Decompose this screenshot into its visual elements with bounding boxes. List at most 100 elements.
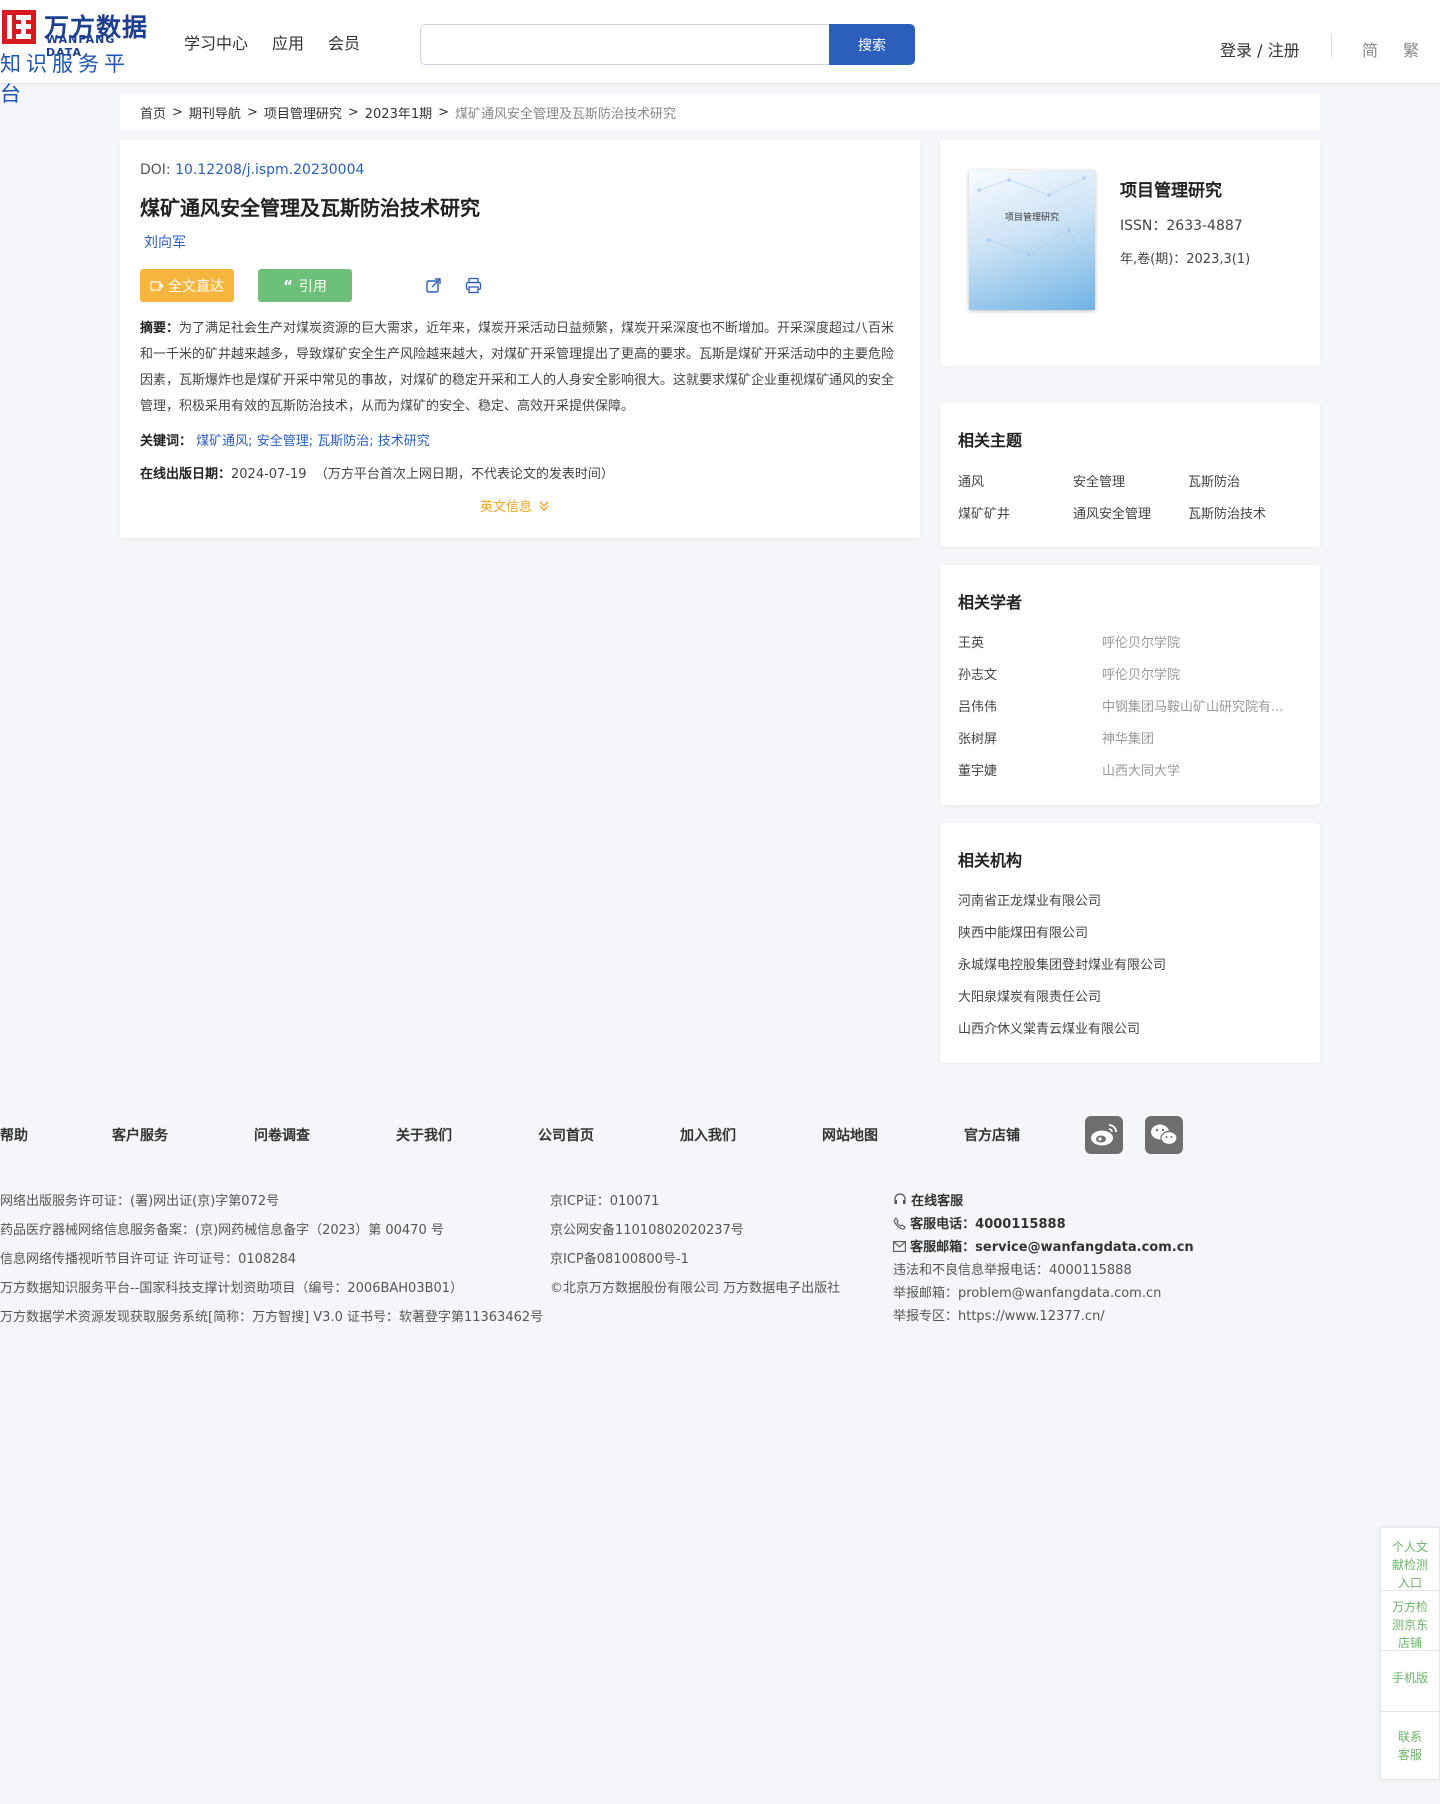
float-jd-store[interactable]: 万方检测京东店铺 xyxy=(1381,1598,1439,1652)
print-icon[interactable] xyxy=(465,277,482,294)
top-header: 万方数据 WANFANG DATA 知识服务平台 学习中心 应用 会员 搜索 登… xyxy=(0,0,1440,106)
footer-link-company-home[interactable]: 公司首页 xyxy=(538,1125,594,1145)
phone-value: 4000115888 xyxy=(975,1217,1066,1232)
keyword-link[interactable]: 安全管理; xyxy=(257,434,313,449)
scholar-org[interactable]: 山西大同大学 xyxy=(1102,760,1302,779)
wanfang-logo[interactable]: 万方数据 WANFANG DATA 知识服务平台 xyxy=(0,8,152,106)
login-register-link[interactable]: 登录 / 注册 xyxy=(1220,37,1300,61)
footer-link-about[interactable]: 关于我们 xyxy=(396,1125,452,1145)
footer-icp-1[interactable]: 京ICP证：010071 xyxy=(550,1190,659,1209)
footer-link-join-us[interactable]: 加入我们 xyxy=(680,1125,736,1145)
report-phone: 违法和不良信息举报电话：4000115888 xyxy=(893,1263,1132,1278)
breadcrumb-journal[interactable]: 项目管理研究 xyxy=(264,103,342,122)
keyword-link[interactable]: 煤矿通风; xyxy=(196,434,252,449)
breadcrumb-home[interactable]: 首页 xyxy=(140,103,166,122)
float-plagiarism-check[interactable]: 个人文献检测入口 xyxy=(1381,1538,1439,1592)
report-zone[interactable]: 举报专区：https://www.12377.cn/ xyxy=(893,1305,1105,1324)
footer-link-official-store[interactable]: 官方店铺 xyxy=(964,1125,1020,1145)
footer-icp-2[interactable]: 京公网安备11010802020237号 xyxy=(550,1219,744,1238)
breadcrumb-current: 煤矿通风安全管理及瓦斯防治技术研究 xyxy=(455,106,677,122)
institution-link[interactable]: 山西介休义棠青云煤业有限公司 xyxy=(958,1018,1140,1037)
main-nav: 学习中心 应用 会员 xyxy=(184,30,360,54)
topic-link[interactable]: 煤矿矿井 xyxy=(958,503,1010,522)
topic-link[interactable]: 通风 xyxy=(958,471,984,490)
author-link[interactable]: 刘向军 xyxy=(144,232,186,252)
footer-copyright: ©北京万方数据股份有限公司 万方数据电子出版社 xyxy=(550,1281,841,1296)
customer-phone: 客服电话：4000115888 xyxy=(893,1213,1066,1232)
search-input[interactable] xyxy=(420,24,830,65)
footer-icp-3[interactable]: 京ICP备08100800号-1 xyxy=(550,1248,689,1267)
footer-link-sitemap[interactable]: 网站地图 xyxy=(822,1125,878,1145)
related-topics-card: 相关主题 通风 安全管理 瓦斯防治 煤矿矿井 通风安全管理 瓦斯防治技术 xyxy=(940,403,1320,547)
share-icon[interactable] xyxy=(425,277,442,294)
scholar-org[interactable]: 呼伦贝尔学院 xyxy=(1102,632,1302,651)
scholar-org[interactable]: 呼伦贝尔学院 xyxy=(1102,664,1302,683)
phone-label: 客服电话： xyxy=(910,1217,976,1232)
english-info-toggle[interactable]: 英文信息 xyxy=(480,496,550,515)
scholar-name[interactable]: 吕伟伟 xyxy=(958,696,997,715)
institution-link[interactable]: 永城煤电控股集团登封煤业有限公司 xyxy=(958,954,1166,973)
scholar-name[interactable]: 孙志文 xyxy=(958,664,997,683)
cover-pattern xyxy=(977,176,1091,267)
footer-license-1: 网络出版服务许可证：(署)网出证(京)字第072号 xyxy=(0,1194,280,1209)
floating-sidebar: 个人文献检测入口 万方检测京东店铺 手机版 联系客服 xyxy=(1380,1527,1440,1780)
breadcrumb-issue[interactable]: 2023年1期 xyxy=(365,103,432,122)
footer-link-customer-service[interactable]: 客户服务 xyxy=(112,1125,168,1145)
journal-card: 项目管理研究 项目管理研究 ISSN：2633-4887 年,卷(期)：2023… xyxy=(940,140,1320,366)
nav-item-membership[interactable]: 会员 xyxy=(328,30,360,54)
wechat-icon[interactable] xyxy=(1145,1116,1183,1154)
email-label: 客服邮箱： xyxy=(910,1240,976,1255)
fulltext-icon xyxy=(150,280,164,291)
nav-item-learning-center[interactable]: 学习中心 xyxy=(184,30,248,54)
abstract-text: 为了满足社会生产对煤炭资源的巨大需求，近年来，煤炭开采活动日益频繁，煤炭开采深度… xyxy=(140,321,895,414)
fulltext-button[interactable]: 全文直达 xyxy=(140,269,234,302)
weibo-icon[interactable] xyxy=(1085,1116,1123,1154)
cover-title: 项目管理研究 xyxy=(1004,213,1059,223)
report-email[interactable]: 举报邮箱：problem@wanfangdata.com.cn xyxy=(893,1282,1161,1301)
doi-link[interactable]: 10.12208/j.ispm.20230004 xyxy=(175,162,364,178)
footer-license-5: 万方数据学术资源发现获取服务系统[简称：万方智搜] V3.0 证书号：软著登字第… xyxy=(0,1310,544,1325)
institution-link[interactable]: 大阳泉煤炭有限责任公司 xyxy=(958,986,1101,1005)
breadcrumb-journal-nav[interactable]: 期刊导航 xyxy=(189,103,241,122)
online-service-label: 在线客服 xyxy=(911,1194,964,1209)
search-button[interactable]: 搜索 xyxy=(829,24,915,65)
doi-label: DOI: xyxy=(140,162,176,178)
journal-cover-image[interactable]: 项目管理研究 xyxy=(969,170,1095,310)
institution-link[interactable]: 陕西中能煤田有限公司 xyxy=(958,922,1088,941)
scholar-org[interactable]: 中钢集团马鞍山矿山研究院有... xyxy=(1102,696,1302,715)
topic-link[interactable]: 通风安全管理 xyxy=(1073,503,1151,522)
float-contact-service[interactable]: 联系客服 xyxy=(1381,1728,1439,1764)
online-service-link[interactable]: 在线客服 xyxy=(893,1190,963,1209)
keyword-link[interactable]: 技术研究 xyxy=(378,434,430,449)
related-scholars-title: 相关学者 xyxy=(958,593,1023,612)
cite-button[interactable]: “ 引用 xyxy=(258,269,352,302)
topic-link[interactable]: 瓦斯防治技术 xyxy=(1188,503,1266,522)
lang-traditional-button[interactable]: 繁 xyxy=(1403,37,1419,61)
pubdate-note: （万方平台首次上网日期，不代表论文的发表时间） xyxy=(314,467,614,482)
footer-link-help[interactable]: 帮助 xyxy=(0,1125,28,1145)
journal-issn: ISSN：2633-4887 xyxy=(1120,218,1243,234)
keyword-link[interactable]: 瓦斯防治; xyxy=(317,434,373,449)
footer-link-survey[interactable]: 问卷调查 xyxy=(254,1125,310,1145)
scholar-name[interactable]: 董宇婕 xyxy=(958,760,997,779)
nav-item-apps[interactable]: 应用 xyxy=(272,30,304,54)
email-value[interactable]: service@wanfangdata.com.cn xyxy=(975,1240,1194,1255)
related-institutions-card: 相关机构 河南省正龙煤业有限公司 陕西中能煤田有限公司 永城煤电控股集团登封煤业… xyxy=(940,823,1320,1063)
topic-link[interactable]: 安全管理 xyxy=(1073,471,1125,490)
scholar-name[interactable]: 王英 xyxy=(958,632,984,651)
institution-link[interactable]: 河南省正龙煤业有限公司 xyxy=(958,890,1101,909)
journal-volume: 年,卷(期)：2023,3(1) xyxy=(1120,252,1251,267)
topic-link[interactable]: 瓦斯防治 xyxy=(1188,471,1240,490)
english-info-label: 英文信息 xyxy=(480,500,533,515)
scholar-org[interactable]: 神华集团 xyxy=(1102,728,1302,747)
float-mobile-version[interactable]: 手机版 xyxy=(1381,1669,1439,1687)
lang-simplified-button[interactable]: 简 xyxy=(1362,37,1378,61)
journal-name[interactable]: 项目管理研究 xyxy=(1120,176,1222,201)
double-chevron-down-icon xyxy=(539,501,549,511)
scholar-name[interactable]: 张树屏 xyxy=(958,728,997,747)
pubdate-label: 在线出版日期： xyxy=(140,467,232,482)
abstract: 摘要：为了满足社会生产对煤炭资源的巨大需求，近年来，煤炭开采活动日益频繁，煤炭开… xyxy=(140,316,900,420)
breadcrumb: 首页 > 期刊导航 > 项目管理研究 > 2023年1期 > 煤矿通风安全管理及瓦斯防治… xyxy=(120,94,1320,130)
pubdate-value: 2024-07-19 xyxy=(231,467,307,482)
abstract-label: 摘要： xyxy=(140,321,180,336)
